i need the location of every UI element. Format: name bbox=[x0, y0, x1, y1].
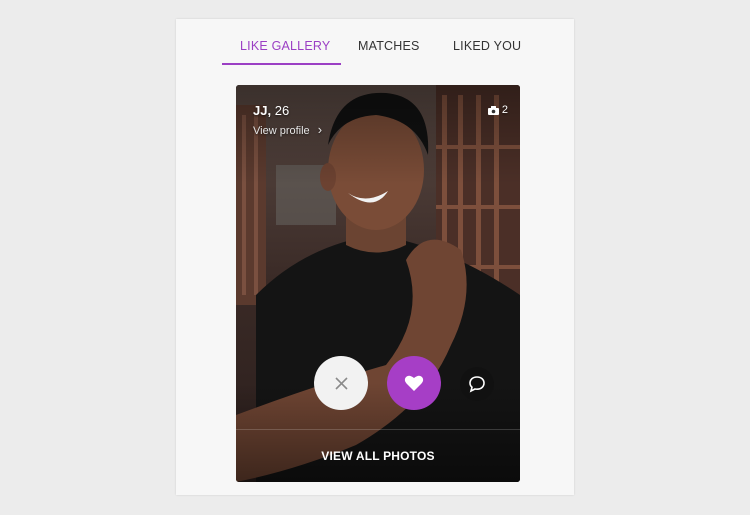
chat-bubble-icon bbox=[469, 376, 485, 393]
active-tab-indicator bbox=[222, 63, 341, 65]
profile-name-age: JJ, 26 bbox=[253, 103, 290, 118]
tab-like-gallery[interactable]: LIKE GALLERY bbox=[240, 39, 330, 53]
view-profile-label: View profile bbox=[253, 125, 310, 137]
heart-icon bbox=[404, 375, 424, 391]
photo-count: 2 bbox=[501, 104, 508, 116]
like-gallery-panel: LIKE GALLERY MATCHES LIKED YOU JJ, 26 Vi… bbox=[176, 19, 574, 495]
tab-bar: LIKE GALLERY MATCHES LIKED YOU bbox=[176, 19, 574, 67]
profile-card[interactable]: JJ, 26 View profile › 2 VIEW ALL PHOTOS bbox=[236, 85, 520, 482]
profile-name: JJ bbox=[253, 103, 268, 118]
message-button[interactable] bbox=[460, 367, 494, 401]
dislike-button[interactable] bbox=[314, 356, 368, 410]
view-all-photos-button[interactable]: VIEW ALL PHOTOS bbox=[236, 449, 520, 463]
profile-age: 26 bbox=[274, 103, 290, 118]
photo-count-badge: 2 bbox=[487, 104, 508, 116]
card-divider bbox=[236, 429, 520, 430]
tab-liked-you[interactable]: LIKED YOU bbox=[453, 39, 521, 53]
close-icon bbox=[334, 376, 348, 390]
camera-icon bbox=[487, 105, 499, 115]
view-profile-link[interactable]: View profile › bbox=[253, 122, 322, 137]
like-button[interactable] bbox=[387, 356, 441, 410]
chevron-right-icon: › bbox=[317, 122, 323, 137]
tab-matches[interactable]: MATCHES bbox=[358, 39, 420, 53]
profile-photo bbox=[236, 85, 520, 482]
